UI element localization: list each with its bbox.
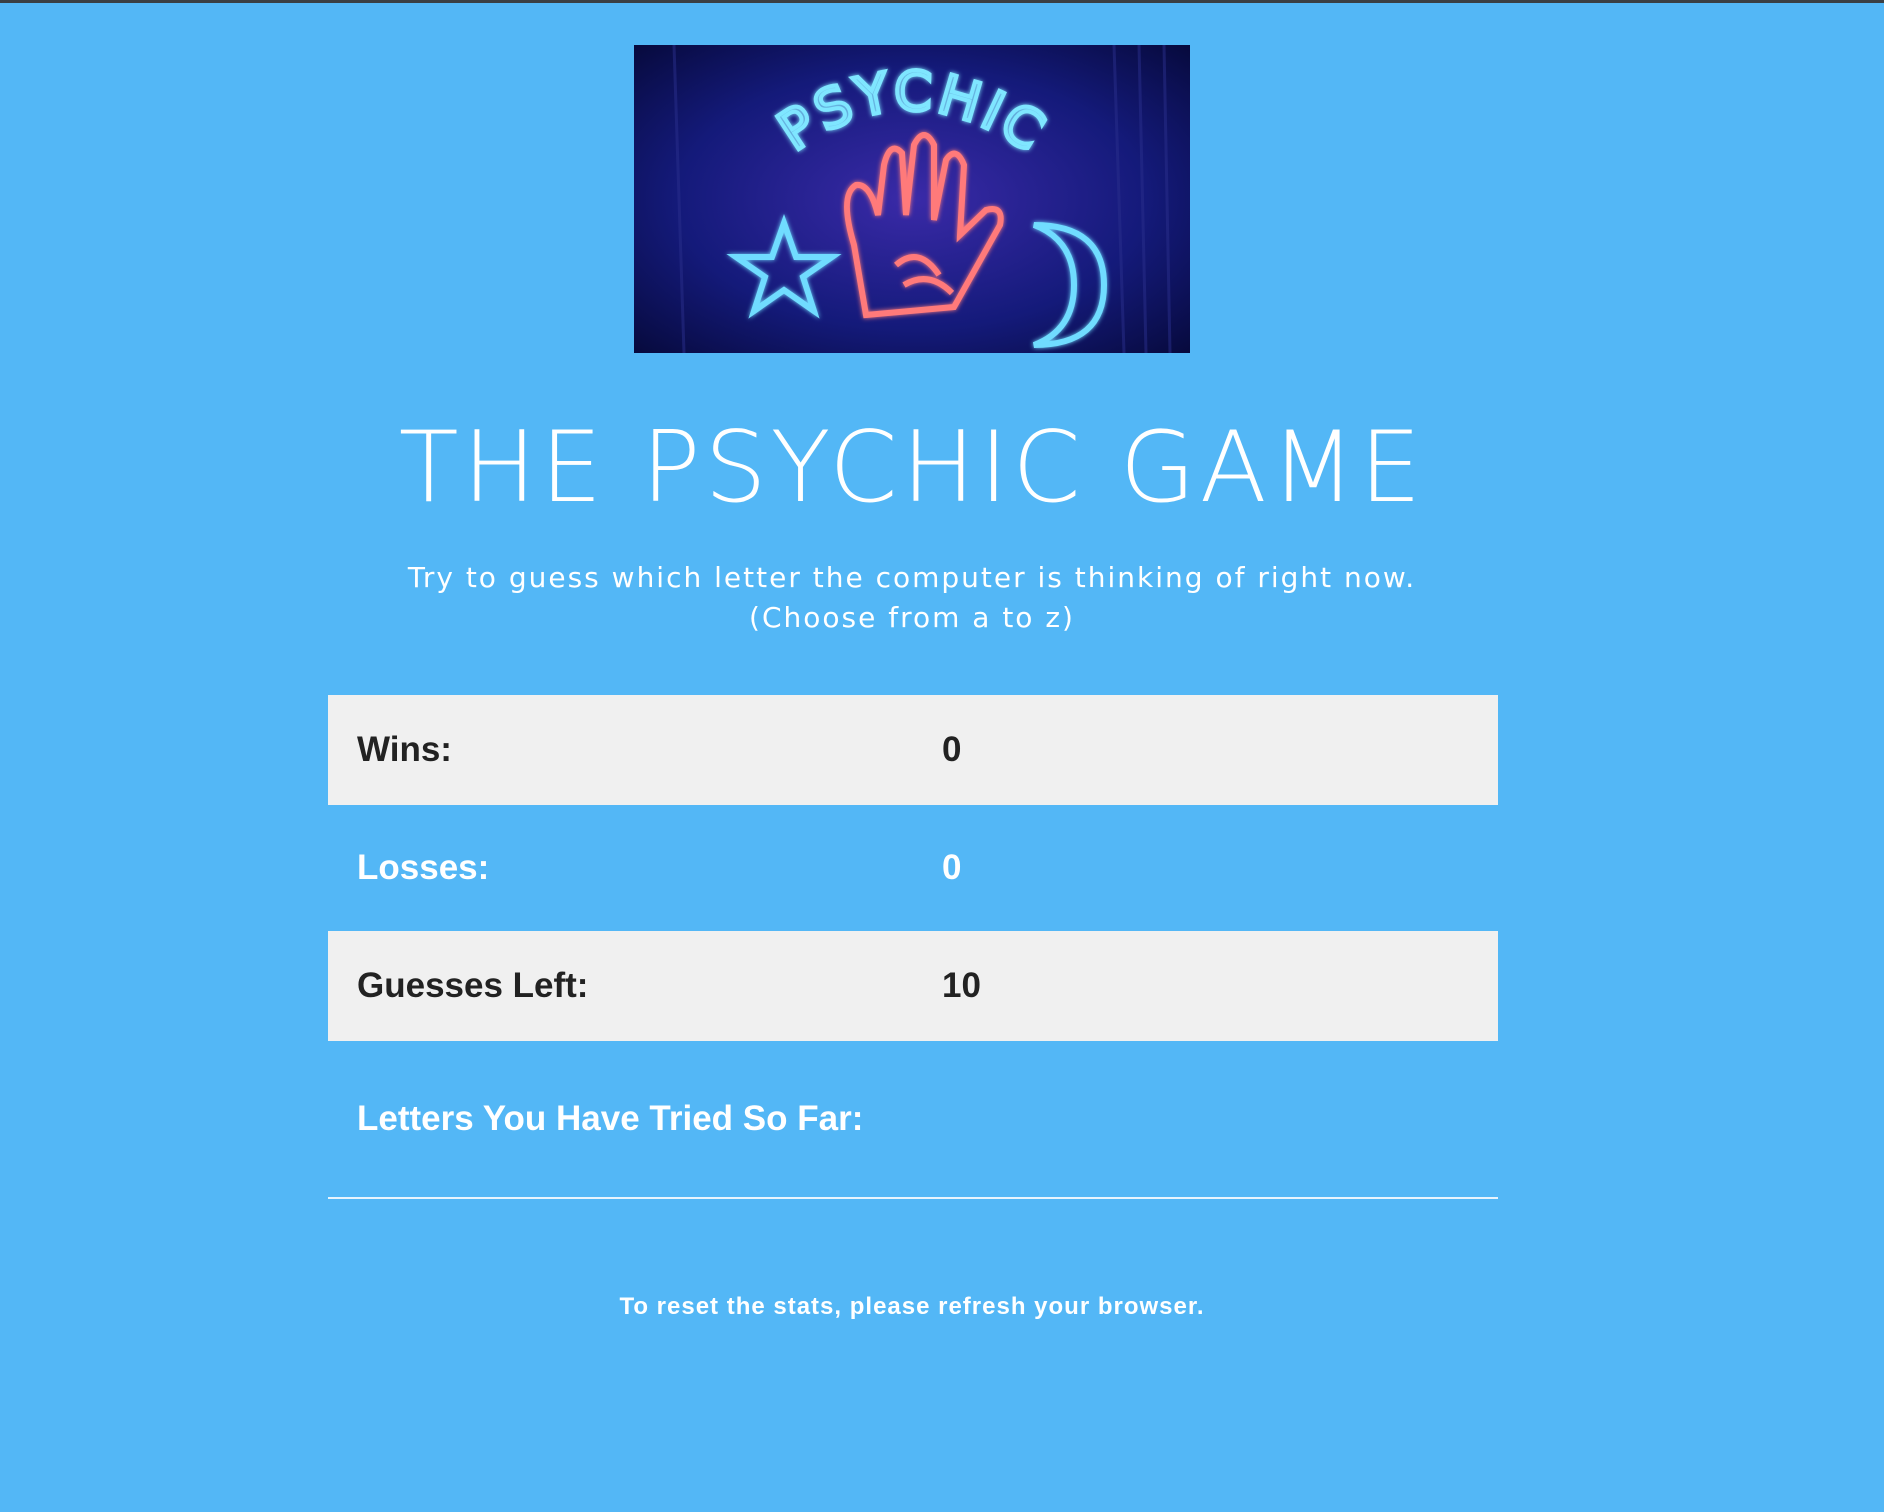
reset-note: To reset the stats, please refresh your …	[619, 1293, 1205, 1320]
psychic-sign-image: PSYCHIC	[634, 45, 1190, 353]
stats-row-guesses-left: Guesses Left: 10	[328, 931, 1498, 1041]
guesses-left-label: Guesses Left:	[357, 966, 589, 1005]
stats-table: Wins: 0 Losses: 0 Guesses Left: 10 Lette…	[328, 695, 1498, 1199]
losses-value: 0	[942, 848, 962, 887]
stats-row-losses: Losses: 0	[328, 805, 1498, 931]
instructions: Try to guess which letter the computer i…	[0, 558, 1824, 638]
wins-label: Wins:	[357, 730, 452, 769]
losses-label: Losses:	[357, 848, 490, 887]
wins-value: 0	[942, 730, 962, 769]
instructions-line-2: (Choose from a to z)	[749, 601, 1075, 634]
instructions-line-1: Try to guess which letter the computer i…	[407, 561, 1417, 594]
page-title: THE PSYCHIC GAME	[398, 411, 1426, 525]
letters-tried-label: Letters You Have Tried So Far:	[357, 1099, 864, 1138]
stats-row-wins: Wins: 0	[328, 695, 1498, 805]
table-divider	[328, 1197, 1498, 1199]
stats-row-letters-tried: Letters You Have Tried So Far:	[328, 1041, 1498, 1197]
guesses-left-value: 10	[942, 966, 981, 1005]
